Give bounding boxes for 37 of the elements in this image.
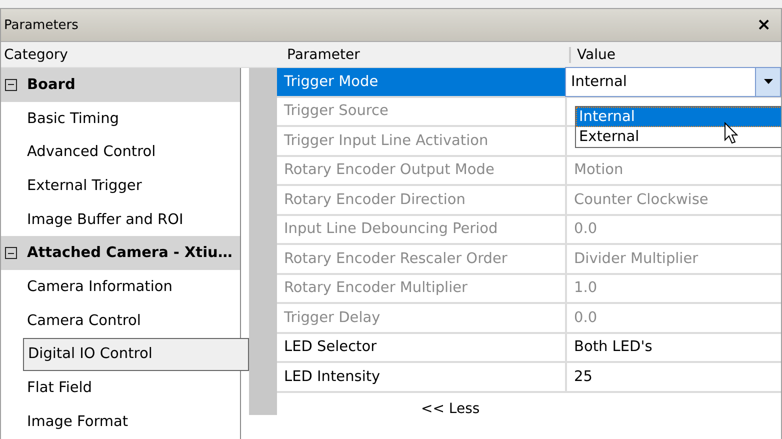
collapse-icon[interactable] bbox=[5, 247, 17, 260]
category-item[interactable]: External Trigger bbox=[1, 169, 240, 203]
cursor-icon bbox=[724, 122, 738, 144]
category-group[interactable]: Board bbox=[1, 68, 240, 102]
column-header: Category bbox=[3, 46, 69, 62]
category-item[interactable]: Camera Control bbox=[1, 304, 240, 338]
category-item[interactable]: Image Format bbox=[1, 404, 240, 439]
category-item[interactable]: Camera Information bbox=[1, 270, 240, 304]
parameter-cell[interactable]: LED Intensity bbox=[277, 363, 567, 390]
dropdown-option[interactable]: Internal bbox=[576, 107, 781, 127]
category-item[interactable]: Basic Timing bbox=[1, 102, 240, 136]
less-button[interactable]: << Less bbox=[417, 398, 484, 418]
category-item[interactable]: Flat Field bbox=[1, 371, 240, 405]
parameter-cell[interactable]: Trigger Mode bbox=[277, 68, 567, 96]
value-cell: Counter Clockwise bbox=[574, 192, 708, 208]
value-cell: 0.0 bbox=[574, 310, 598, 326]
caret-icon bbox=[764, 79, 772, 84]
value-cell: 1.0 bbox=[574, 280, 598, 296]
category-label: Board bbox=[27, 76, 76, 93]
category-item[interactable]: Digital IO Control bbox=[23, 338, 249, 372]
parameter-cell[interactable]: LED Selector bbox=[277, 334, 567, 361]
category-group[interactable]: Attached Camera - Xtiu… bbox=[1, 236, 240, 270]
close-button[interactable]: × bbox=[754, 15, 773, 35]
value-cell: Motion bbox=[574, 162, 624, 178]
window-title: Parameters bbox=[4, 18, 78, 32]
column-header: Parameter bbox=[287, 46, 361, 62]
value-cell: 25 bbox=[574, 368, 592, 385]
category-item[interactable]: Image Buffer and ROI bbox=[1, 202, 240, 236]
collapse-icon[interactable] bbox=[5, 78, 17, 91]
value-cell: 0.0 bbox=[574, 221, 598, 238]
dropdown-option[interactable]: External bbox=[576, 127, 781, 147]
category-item[interactable]: Advanced Control bbox=[1, 135, 240, 170]
value-dropdown[interactable]: Internal bbox=[565, 67, 781, 96]
category-label: Attached Camera - Xtiu… bbox=[27, 245, 232, 262]
column-header: Value bbox=[569, 46, 616, 62]
value-cell: Divider Multiplier bbox=[574, 250, 698, 267]
value-cell: Both LED's bbox=[574, 339, 652, 356]
